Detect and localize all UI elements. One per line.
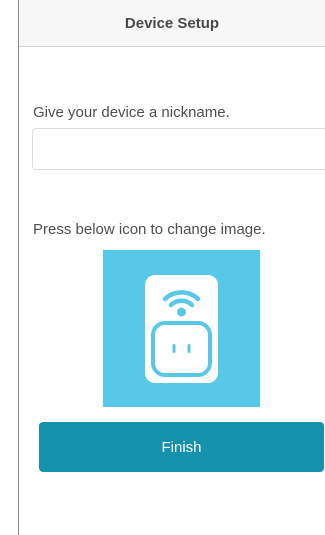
finish-button[interactable]: Finish — [39, 422, 324, 472]
device-setup-screen: Device Setup Give your device a nickname… — [0, 0, 325, 535]
page-title: Device Setup — [124, 14, 220, 32]
device-image-button[interactable] — [103, 250, 260, 407]
nav-bar: Device Setup — [19, 0, 325, 47]
image-prompt: Press below icon to change image. — [33, 221, 266, 238]
nickname-input[interactable] — [32, 128, 325, 170]
left-edge-divider — [18, 0, 19, 535]
nickname-prompt: Give your device a nickname. — [33, 104, 230, 121]
wifi-smart-plug-icon — [145, 275, 218, 383]
